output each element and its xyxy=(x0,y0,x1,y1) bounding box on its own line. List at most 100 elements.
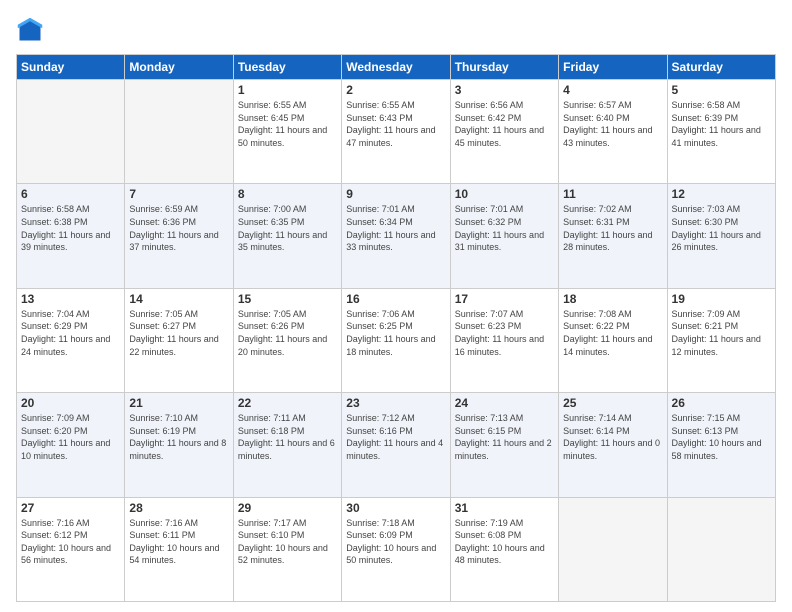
day-number: 23 xyxy=(346,396,445,410)
sun-info: Sunrise: 7:16 AMSunset: 6:12 PMDaylight:… xyxy=(21,518,111,566)
calendar-cell: 15 Sunrise: 7:05 AMSunset: 6:26 PMDayligh… xyxy=(233,288,341,392)
sun-info: Sunrise: 7:12 AMSunset: 6:16 PMDaylight:… xyxy=(346,413,443,461)
sun-info: Sunrise: 7:05 AMSunset: 6:26 PMDaylight:… xyxy=(238,309,327,357)
sun-info: Sunrise: 6:59 AMSunset: 6:36 PMDaylight:… xyxy=(129,204,218,252)
sun-info: Sunrise: 7:18 AMSunset: 6:09 PMDaylight:… xyxy=(346,518,436,566)
day-number: 11 xyxy=(563,187,662,201)
calendar-header-tuesday: Tuesday xyxy=(233,55,341,80)
calendar-header-sunday: Sunday xyxy=(17,55,125,80)
calendar-cell: 11Sunrise: 7:02 AMSunset: 6:31 PMDayligh… xyxy=(559,184,667,288)
day-number: 29 xyxy=(238,501,337,515)
day-number: 14 xyxy=(129,292,228,306)
day-number: 5 xyxy=(672,83,771,97)
sun-info: Sunrise: 7:00 AMSunset: 6:35 PMDaylight:… xyxy=(238,204,327,252)
sun-info: Sunrise: 6:55 AMSunset: 6:43 PMDaylight:… xyxy=(346,100,435,148)
calendar-header-wednesday: Wednesday xyxy=(342,55,450,80)
day-number: 7 xyxy=(129,187,228,201)
day-number: 8 xyxy=(238,187,337,201)
calendar-header-thursday: Thursday xyxy=(450,55,558,80)
calendar-cell: 24 Sunrise: 7:13 AMSunset: 6:15 PMDayligh… xyxy=(450,393,558,497)
calendar-cell: 17Sunrise: 7:07 AMSunset: 6:23 PMDayligh… xyxy=(450,288,558,392)
sun-info: Sunrise: 7:19 AMSunset: 6:08 PMDaylight:… xyxy=(455,518,545,566)
sun-info: Sunrise: 7:06 AMSunset: 6:25 PMDaylight:… xyxy=(346,309,435,357)
calendar-week-row: 27Sunrise: 7:16 AMSunset: 6:12 PMDayligh… xyxy=(17,497,776,601)
sun-info: Sunrise: 6:55 AMSunset: 6:45 PMDaylight:… xyxy=(238,100,327,148)
day-number: 28 xyxy=(129,501,228,515)
page: SundayMondayTuesdayWednesdayThursdayFrid… xyxy=(0,0,792,612)
day-number: 26 xyxy=(672,396,771,410)
sun-info: Sunrise: 7:09 AMSunset: 6:20 PMDaylight:… xyxy=(21,413,110,461)
calendar-cell: 5 Sunrise: 6:58 AMSunset: 6:39 PMDaylight… xyxy=(667,80,775,184)
calendar-cell xyxy=(667,497,775,601)
calendar-cell xyxy=(17,80,125,184)
calendar-cell: 14Sunrise: 7:05 AMSunset: 6:27 PMDayligh… xyxy=(125,288,233,392)
calendar-cell: 12 Sunrise: 7:03 AMSunset: 6:30 PMDayligh… xyxy=(667,184,775,288)
logo xyxy=(16,16,48,44)
sun-info: Sunrise: 6:58 AMSunset: 6:38 PMDaylight:… xyxy=(21,204,110,252)
sun-info: Sunrise: 7:15 AMSunset: 6:13 PMDaylight:… xyxy=(672,413,762,461)
calendar-cell: 31 Sunrise: 7:19 AMSunset: 6:08 PMDayligh… xyxy=(450,497,558,601)
calendar-cell: 22 Sunrise: 7:11 AMSunset: 6:18 PMDayligh… xyxy=(233,393,341,497)
sun-info: Sunrise: 7:14 AMSunset: 6:14 PMDaylight:… xyxy=(563,413,660,461)
calendar-cell: 18 Sunrise: 7:08 AMSunset: 6:22 PMDayligh… xyxy=(559,288,667,392)
logo-icon xyxy=(16,16,44,44)
calendar-week-row: 6 Sunrise: 6:58 AMSunset: 6:38 PMDaylight… xyxy=(17,184,776,288)
calendar-header-monday: Monday xyxy=(125,55,233,80)
sun-info: Sunrise: 7:01 AMSunset: 6:34 PMDaylight:… xyxy=(346,204,435,252)
sun-info: Sunrise: 7:10 AMSunset: 6:19 PMDaylight:… xyxy=(129,413,226,461)
sun-info: Sunrise: 7:08 AMSunset: 6:22 PMDaylight:… xyxy=(563,309,652,357)
day-number: 30 xyxy=(346,501,445,515)
calendar-cell: 28Sunrise: 7:16 AMSunset: 6:11 PMDayligh… xyxy=(125,497,233,601)
sun-info: Sunrise: 7:01 AMSunset: 6:32 PMDaylight:… xyxy=(455,204,544,252)
day-number: 2 xyxy=(346,83,445,97)
header xyxy=(16,16,776,44)
day-number: 9 xyxy=(346,187,445,201)
calendar-cell: 10 Sunrise: 7:01 AMSunset: 6:32 PMDayligh… xyxy=(450,184,558,288)
calendar-cell: 23 Sunrise: 7:12 AMSunset: 6:16 PMDayligh… xyxy=(342,393,450,497)
calendar-cell: 7 Sunrise: 6:59 AMSunset: 6:36 PMDaylight… xyxy=(125,184,233,288)
calendar-cell: 13 Sunrise: 7:04 AMSunset: 6:29 PMDayligh… xyxy=(17,288,125,392)
calendar-header-row: SundayMondayTuesdayWednesdayThursdayFrid… xyxy=(17,55,776,80)
calendar-cell: 4 Sunrise: 6:57 AMSunset: 6:40 PMDaylight… xyxy=(559,80,667,184)
calendar-cell: 8 Sunrise: 7:00 AMSunset: 6:35 PMDaylight… xyxy=(233,184,341,288)
day-number: 20 xyxy=(21,396,120,410)
day-number: 13 xyxy=(21,292,120,306)
calendar-cell: 30 Sunrise: 7:18 AMSunset: 6:09 PMDayligh… xyxy=(342,497,450,601)
calendar-week-row: 20 Sunrise: 7:09 AMSunset: 6:20 PMDayligh… xyxy=(17,393,776,497)
calendar-cell: 19Sunrise: 7:09 AMSunset: 6:21 PMDayligh… xyxy=(667,288,775,392)
calendar-cell: 20 Sunrise: 7:09 AMSunset: 6:20 PMDayligh… xyxy=(17,393,125,497)
sun-info: Sunrise: 7:13 AMSunset: 6:15 PMDaylight:… xyxy=(455,413,552,461)
day-number: 3 xyxy=(455,83,554,97)
sun-info: Sunrise: 7:03 AMSunset: 6:30 PMDaylight:… xyxy=(672,204,761,252)
day-number: 10 xyxy=(455,187,554,201)
sun-info: Sunrise: 6:57 AMSunset: 6:40 PMDaylight:… xyxy=(563,100,652,148)
day-number: 17 xyxy=(455,292,554,306)
calendar-week-row: 13 Sunrise: 7:04 AMSunset: 6:29 PMDayligh… xyxy=(17,288,776,392)
sun-info: Sunrise: 7:17 AMSunset: 6:10 PMDaylight:… xyxy=(238,518,328,566)
calendar-cell: 3 Sunrise: 6:56 AMSunset: 6:42 PMDaylight… xyxy=(450,80,558,184)
sun-info: Sunrise: 6:56 AMSunset: 6:42 PMDaylight:… xyxy=(455,100,544,148)
day-number: 15 xyxy=(238,292,337,306)
day-number: 12 xyxy=(672,187,771,201)
calendar-cell: 9 Sunrise: 7:01 AMSunset: 6:34 PMDaylight… xyxy=(342,184,450,288)
day-number: 22 xyxy=(238,396,337,410)
day-number: 25 xyxy=(563,396,662,410)
calendar-table: SundayMondayTuesdayWednesdayThursdayFrid… xyxy=(16,54,776,602)
calendar-cell: 25 Sunrise: 7:14 AMSunset: 6:14 PMDayligh… xyxy=(559,393,667,497)
calendar-header-saturday: Saturday xyxy=(667,55,775,80)
calendar-week-row: 1 Sunrise: 6:55 AMSunset: 6:45 PMDaylight… xyxy=(17,80,776,184)
day-number: 4 xyxy=(563,83,662,97)
day-number: 18 xyxy=(563,292,662,306)
day-number: 24 xyxy=(455,396,554,410)
sun-info: Sunrise: 7:11 AMSunset: 6:18 PMDaylight:… xyxy=(238,413,335,461)
sun-info: Sunrise: 7:09 AMSunset: 6:21 PMDaylight:… xyxy=(672,309,761,357)
calendar-header-friday: Friday xyxy=(559,55,667,80)
day-number: 31 xyxy=(455,501,554,515)
sun-info: Sunrise: 7:04 AMSunset: 6:29 PMDaylight:… xyxy=(21,309,110,357)
calendar-cell: 6 Sunrise: 6:58 AMSunset: 6:38 PMDaylight… xyxy=(17,184,125,288)
calendar-cell: 1 Sunrise: 6:55 AMSunset: 6:45 PMDaylight… xyxy=(233,80,341,184)
sun-info: Sunrise: 6:58 AMSunset: 6:39 PMDaylight:… xyxy=(672,100,761,148)
day-number: 1 xyxy=(238,83,337,97)
day-number: 6 xyxy=(21,187,120,201)
calendar-cell: 16Sunrise: 7:06 AMSunset: 6:25 PMDayligh… xyxy=(342,288,450,392)
